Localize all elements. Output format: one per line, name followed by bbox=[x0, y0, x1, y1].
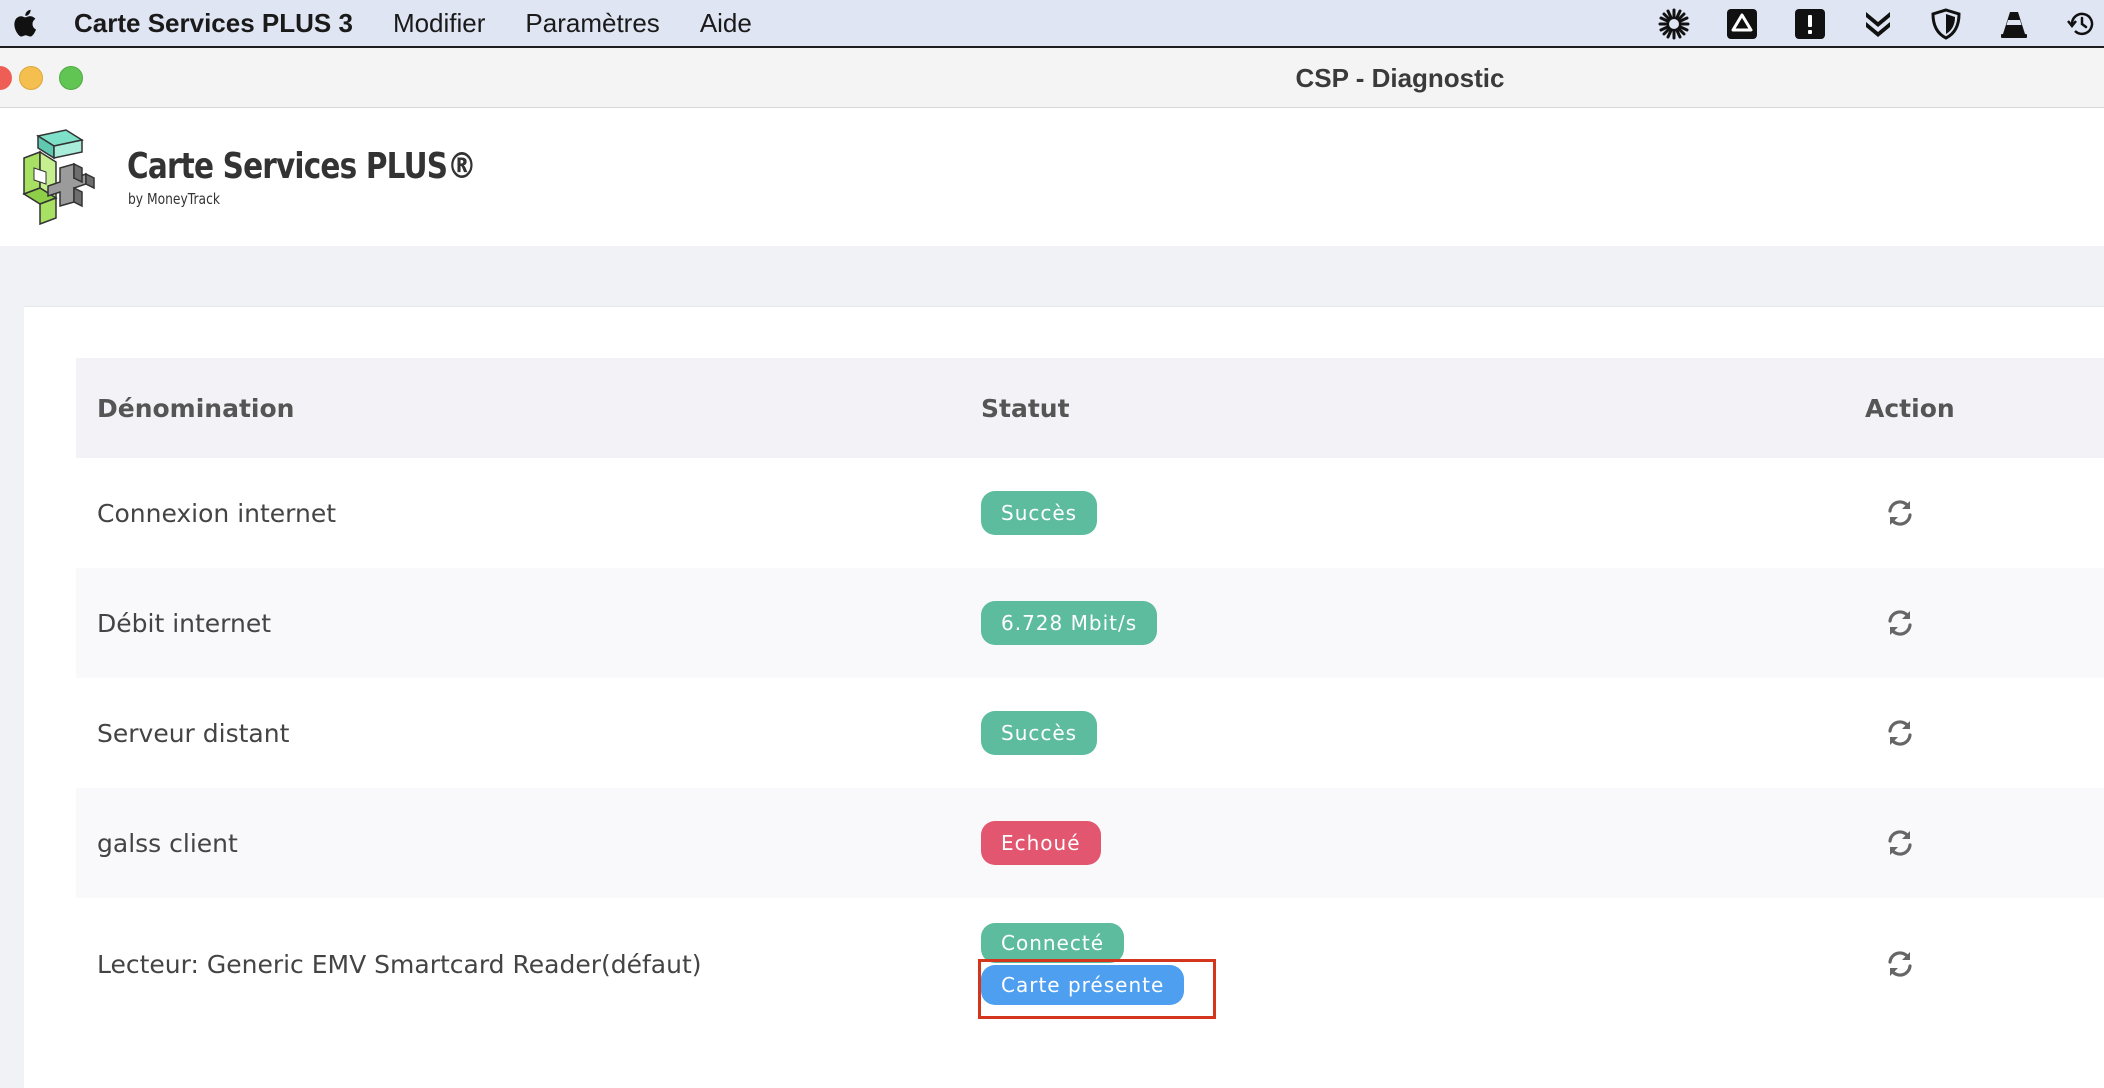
google-drive-icon[interactable] bbox=[1720, 0, 1764, 48]
refresh-button[interactable] bbox=[1870, 788, 1930, 898]
row-status: Succès bbox=[981, 678, 1098, 788]
table-row: Connexion internet Succès bbox=[76, 458, 2104, 568]
apple-menu-icon[interactable] bbox=[4, 8, 44, 38]
app-header: Carte Services PLUS® by MoneyTrack bbox=[0, 108, 2104, 246]
table-row: Serveur distant Succès bbox=[76, 678, 2104, 788]
status-badge: Succès bbox=[981, 491, 1098, 535]
perplexity-icon[interactable] bbox=[1652, 0, 1696, 48]
window-title: CSP - Diagnostic bbox=[1295, 63, 1505, 93]
menu-aide[interactable]: Aide bbox=[700, 0, 752, 47]
refresh-icon bbox=[1888, 720, 1912, 746]
menu-parametres[interactable]: Paramètres bbox=[525, 0, 659, 47]
row-name: Débit internet bbox=[97, 608, 272, 638]
menu-bar: Carte Services PLUS 3 Modifier Paramètre… bbox=[0, 0, 2104, 48]
row-name: Lecteur: Generic EMV Smartcard Reader(dé… bbox=[97, 949, 702, 979]
window-titlebar[interactable]: CSP - Diagnostic bbox=[0, 48, 2104, 108]
table-header: Dénomination Statut Action bbox=[76, 358, 2104, 458]
refresh-icon bbox=[1888, 830, 1912, 856]
status-badge: 6.728 Mbit/s bbox=[981, 601, 1158, 645]
menu-modifier[interactable]: Modifier bbox=[393, 0, 485, 47]
diagnostic-table: Dénomination Statut Action Connexion int… bbox=[76, 358, 2104, 1030]
row-status: Connecté Carte présente bbox=[981, 898, 1185, 1030]
refresh-icon bbox=[1888, 610, 1912, 636]
table-row: Débit internet 6.728 Mbit/s bbox=[76, 568, 2104, 678]
status-icons bbox=[1628, 0, 2104, 48]
row-name: Connexion internet bbox=[97, 498, 337, 528]
window-zoom-button[interactable] bbox=[59, 66, 83, 90]
time-machine-icon[interactable] bbox=[2060, 0, 2104, 48]
row-status: Echoué bbox=[981, 788, 1101, 898]
header-denomination: Dénomination bbox=[97, 393, 295, 423]
row-status: 6.728 Mbit/s bbox=[981, 568, 1158, 678]
window-close-button[interactable] bbox=[0, 66, 12, 90]
refresh-button[interactable] bbox=[1870, 678, 1930, 788]
menu-app-name[interactable]: Carte Services PLUS 3 bbox=[74, 0, 353, 47]
header-action: Action bbox=[1865, 393, 1955, 423]
status-badge: Succès bbox=[981, 711, 1098, 755]
status-badge: Echoué bbox=[981, 821, 1101, 865]
header-statut: Statut bbox=[981, 393, 1070, 423]
row-status: Succès bbox=[981, 458, 1098, 568]
table-row: galss client Echoué bbox=[76, 788, 2104, 898]
alert-icon[interactable] bbox=[1788, 0, 1832, 48]
row-name: galss client bbox=[97, 828, 238, 858]
csp-logo-icon bbox=[20, 128, 112, 226]
refresh-button[interactable] bbox=[1870, 458, 1930, 568]
window-minimize-button[interactable] bbox=[19, 66, 43, 90]
refresh-button[interactable] bbox=[1870, 568, 1930, 678]
brand-name: Carte Services PLUS® bbox=[127, 146, 477, 187]
vlc-icon[interactable] bbox=[1992, 0, 2036, 48]
refresh-icon bbox=[1888, 951, 1912, 977]
shield-icon[interactable] bbox=[1924, 0, 1968, 48]
card-present-badge: Carte présente bbox=[981, 965, 1185, 1005]
table-row: Lecteur: Generic EMV Smartcard Reader(dé… bbox=[76, 898, 2104, 1030]
row-name: Serveur distant bbox=[97, 718, 290, 748]
dropzone-icon[interactable] bbox=[1856, 0, 1900, 48]
brand-byline: by MoneyTrack bbox=[128, 190, 220, 208]
status-badge: Connecté bbox=[981, 923, 1124, 963]
refresh-button[interactable] bbox=[1870, 898, 1930, 1030]
refresh-icon bbox=[1888, 500, 1912, 526]
